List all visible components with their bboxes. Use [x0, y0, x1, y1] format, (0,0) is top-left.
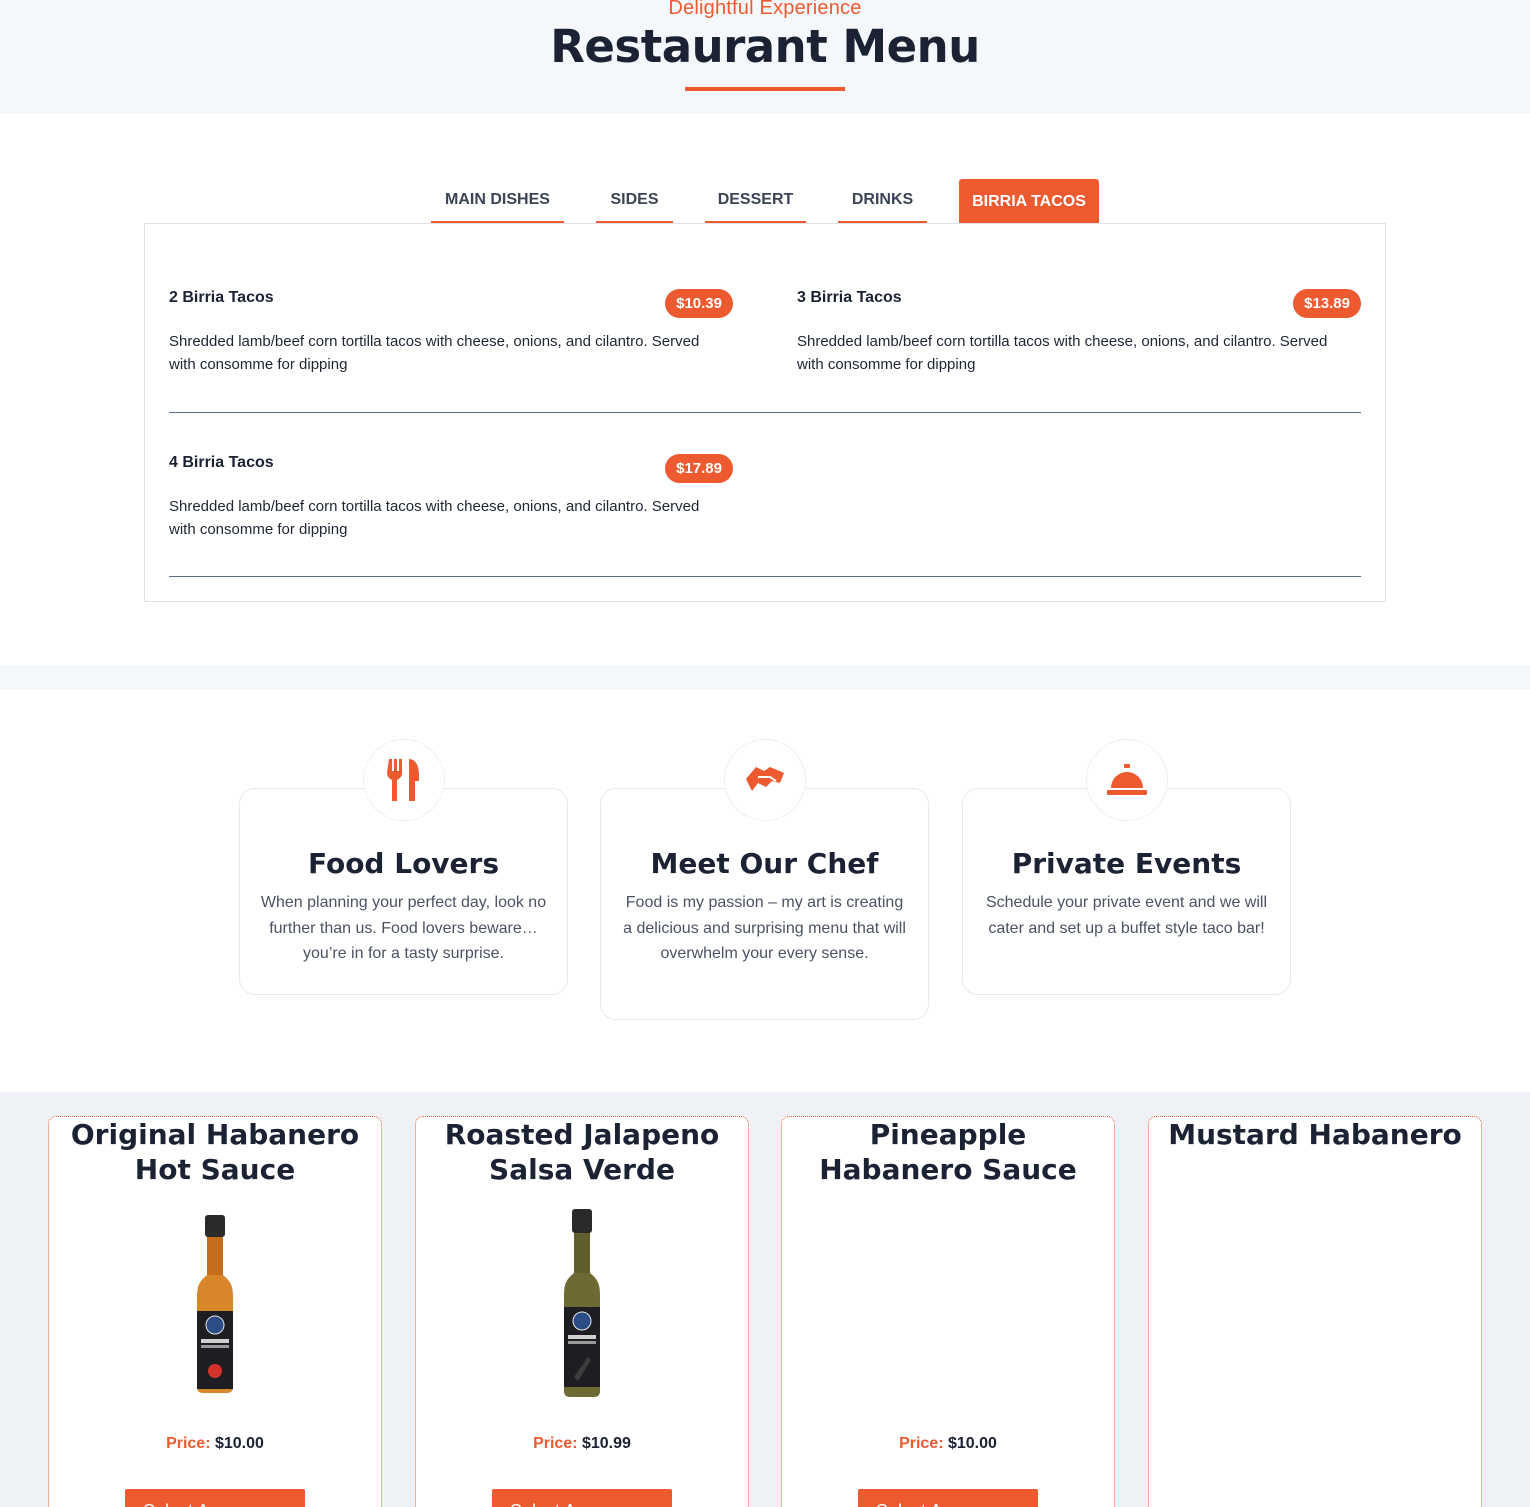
feature-title: Private Events	[1011, 847, 1242, 880]
menu-header: Delightful Experience Restaurant Menu	[0, 0, 1530, 114]
product-price: Price: $10.99	[416, 1435, 748, 1453]
utensils-icon	[362, 739, 445, 821]
product-card: Pineapple Habanero Sauce Price: $10.00 S…	[781, 1116, 1115, 1507]
feature-text: When planning your perfect day, look no …	[260, 894, 547, 962]
menu-tabs: MAIN DISHES SIDES DESSERT DRINKS BIRRIA …	[0, 179, 1530, 224]
page-title: Restaurant Menu	[550, 20, 980, 73]
price-value: $10.00	[214, 1435, 264, 1452]
tab-dessert[interactable]: DESSERT	[705, 179, 806, 223]
service-bell-icon	[1085, 739, 1168, 821]
products-section: Original Habanero Hot Sauce Price: $10.0…	[0, 1092, 1530, 1507]
menu-item-name: 4 Birria Tacos	[169, 454, 274, 471]
tab-sides[interactable]: SIDES	[596, 179, 673, 223]
product-card: Mustard Habanero	[1148, 1116, 1482, 1507]
menu-item-name: 3 Birria Tacos	[797, 289, 902, 306]
feature-text: Food is my passion – my art is creating …	[623, 894, 906, 962]
menu-item-price: $17.89	[665, 454, 733, 483]
product-title: Pineapple Habanero Sauce	[819, 1118, 1077, 1186]
tab-main-dishes[interactable]: MAIN DISHES	[431, 179, 564, 223]
price-label: Price:	[899, 1435, 944, 1452]
price-label: Price:	[533, 1435, 578, 1452]
menu-item-price: $10.39	[665, 289, 733, 318]
hot-sauce-bottle-image	[197, 1215, 233, 1393]
price-label: Price:	[166, 1435, 211, 1452]
menu-divider	[169, 576, 1361, 577]
feature-card-private-events: Private Events Schedule your private eve…	[962, 739, 1291, 995]
feature-title: Food Lovers	[307, 847, 500, 880]
title-underline	[685, 87, 845, 91]
price-value: $10.00	[947, 1435, 997, 1452]
product-card: Original Habanero Hot Sauce Price: $10.0…	[48, 1116, 382, 1507]
menu-item-name: 2 Birria Tacos	[169, 289, 274, 306]
header-eyebrow: Delightful Experience	[668, 0, 862, 19]
select-options-button[interactable]: Select A…	[492, 1489, 672, 1507]
feature-text: Schedule your private event and we will …	[985, 894, 1268, 937]
menu-item-price: $13.89	[1293, 289, 1361, 318]
select-options-button[interactable]: Select A…	[858, 1489, 1038, 1507]
product-price: Price: $10.00	[782, 1435, 1114, 1453]
product-title: Roasted Jalapeno Salsa Verde	[444, 1118, 720, 1186]
product-title: Mustard Habanero	[1168, 1118, 1462, 1151]
price-value: $10.99	[581, 1435, 631, 1452]
salsa-verde-bottle-image	[564, 1209, 600, 1397]
feature-title: Meet Our Chef	[650, 847, 879, 880]
menu-divider	[169, 412, 1361, 413]
product-price: Price: $10.00	[49, 1435, 381, 1453]
menu-item-description: Shredded lamb/beef corn tortilla tacos w…	[169, 498, 700, 538]
select-options-button[interactable]: Select A…	[125, 1489, 305, 1507]
menu-item-description: Shredded lamb/beef corn tortilla tacos w…	[797, 333, 1328, 373]
feature-card-meet-our-chef: Meet Our Chef Food is my passion – my ar…	[600, 739, 929, 1020]
product-title: Original Habanero Hot Sauce	[70, 1118, 360, 1186]
handshake-icon	[723, 739, 806, 821]
menu-item-description: Shredded lamb/beef corn tortilla tacos w…	[169, 333, 700, 373]
tab-drinks[interactable]: DRINKS	[838, 179, 927, 223]
product-card: Roasted Jalapeno Salsa Verde Price: $10.…	[415, 1116, 749, 1507]
tab-birria-tacos[interactable]: BIRRIA TACOS	[959, 179, 1099, 224]
feature-card-food-lovers: Food Lovers When planning your perfect d…	[239, 739, 568, 995]
menu-panel: 2 Birria Tacos $10.39 Shredded lamb/beef…	[144, 223, 1386, 602]
section-band	[0, 665, 1530, 690]
